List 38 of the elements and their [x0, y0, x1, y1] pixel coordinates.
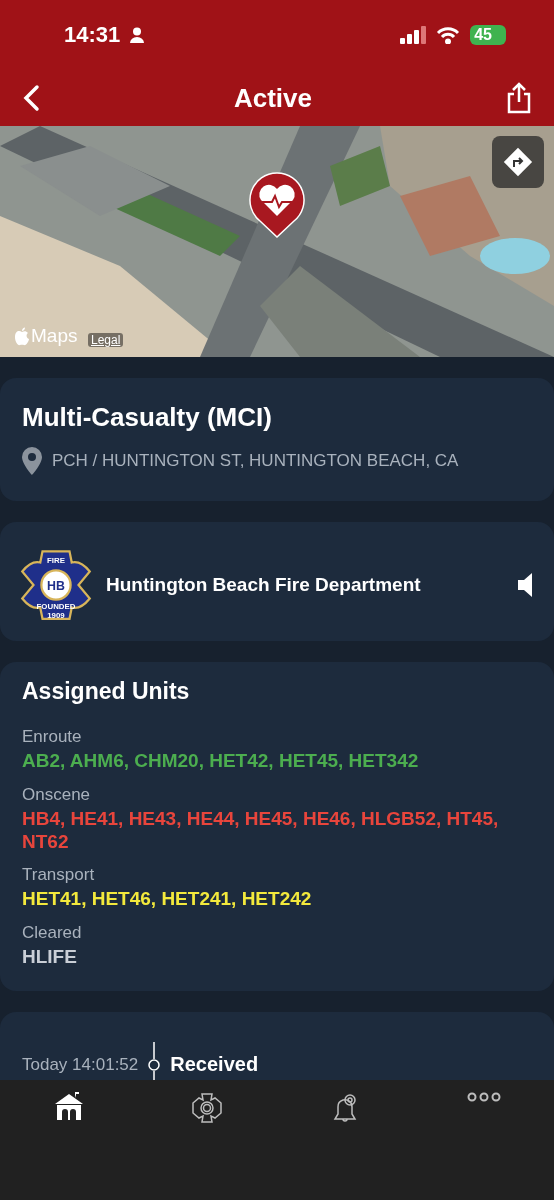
- event-time: Today 14:01:52: [22, 1055, 139, 1075]
- signal-icon: [400, 26, 427, 44]
- battery-indicator: 45: [470, 25, 506, 45]
- unit-list: HLIFE: [22, 946, 532, 969]
- more-icon: [467, 1092, 501, 1102]
- legal-link[interactable]: Legal: [88, 333, 124, 347]
- event-label: Received: [170, 1053, 259, 1077]
- speaker-button[interactable]: [518, 573, 532, 597]
- directions-button[interactable]: [492, 136, 544, 188]
- incident-address: PCH / HUNTINGTON ST, HUNTINGTON BEACH, CA: [52, 451, 459, 471]
- timeline-marker-icon: [148, 1042, 161, 1080]
- speaker-icon: [518, 573, 532, 597]
- unit-list: HB4, HE41, HE43, HE44, HE45, HE46, HLGB52, HT45, NT62: [22, 807, 532, 854]
- incident-title: Multi-Casualty (MCI): [22, 402, 273, 433]
- department-name: Huntington Beach Fire Department: [106, 574, 422, 596]
- share-button[interactable]: [506, 82, 532, 114]
- tab-bar-item[interactable]: [53, 1092, 85, 1120]
- status-label: Enroute: [22, 727, 83, 747]
- section-title: Assigned Units: [22, 678, 191, 705]
- status-label: Cleared: [22, 923, 83, 944]
- tab-bar-item[interactable]: [467, 1092, 501, 1102]
- wifi-icon: [436, 26, 461, 44]
- screen-title: Active: [233, 82, 312, 114]
- location-pin-icon: [22, 447, 42, 475]
- firehouse-icon: [53, 1092, 85, 1120]
- status-label: Onscene: [22, 784, 92, 805]
- apple-logo-icon: [14, 326, 30, 346]
- department-logo-drawing: FIRE HB FOUNDED 1909: [20, 549, 92, 621]
- back-button[interactable]: [22, 84, 40, 112]
- maltese-cross-icon: [191, 1092, 223, 1124]
- person-icon: [130, 27, 145, 43]
- unit-list: AB2, AHM6, CHM20, HET42, HET45, HET342: [22, 750, 532, 773]
- tab-bar-item[interactable]: [191, 1092, 223, 1124]
- status-label: Transport: [22, 865, 96, 886]
- status-time: 14:31: [64, 22, 121, 48]
- unit-list: HET41, HET46, HET241, HET242: [22, 888, 532, 912]
- maps-brand: Maps: [31, 325, 78, 347]
- heart-pin-icon: [248, 172, 306, 238]
